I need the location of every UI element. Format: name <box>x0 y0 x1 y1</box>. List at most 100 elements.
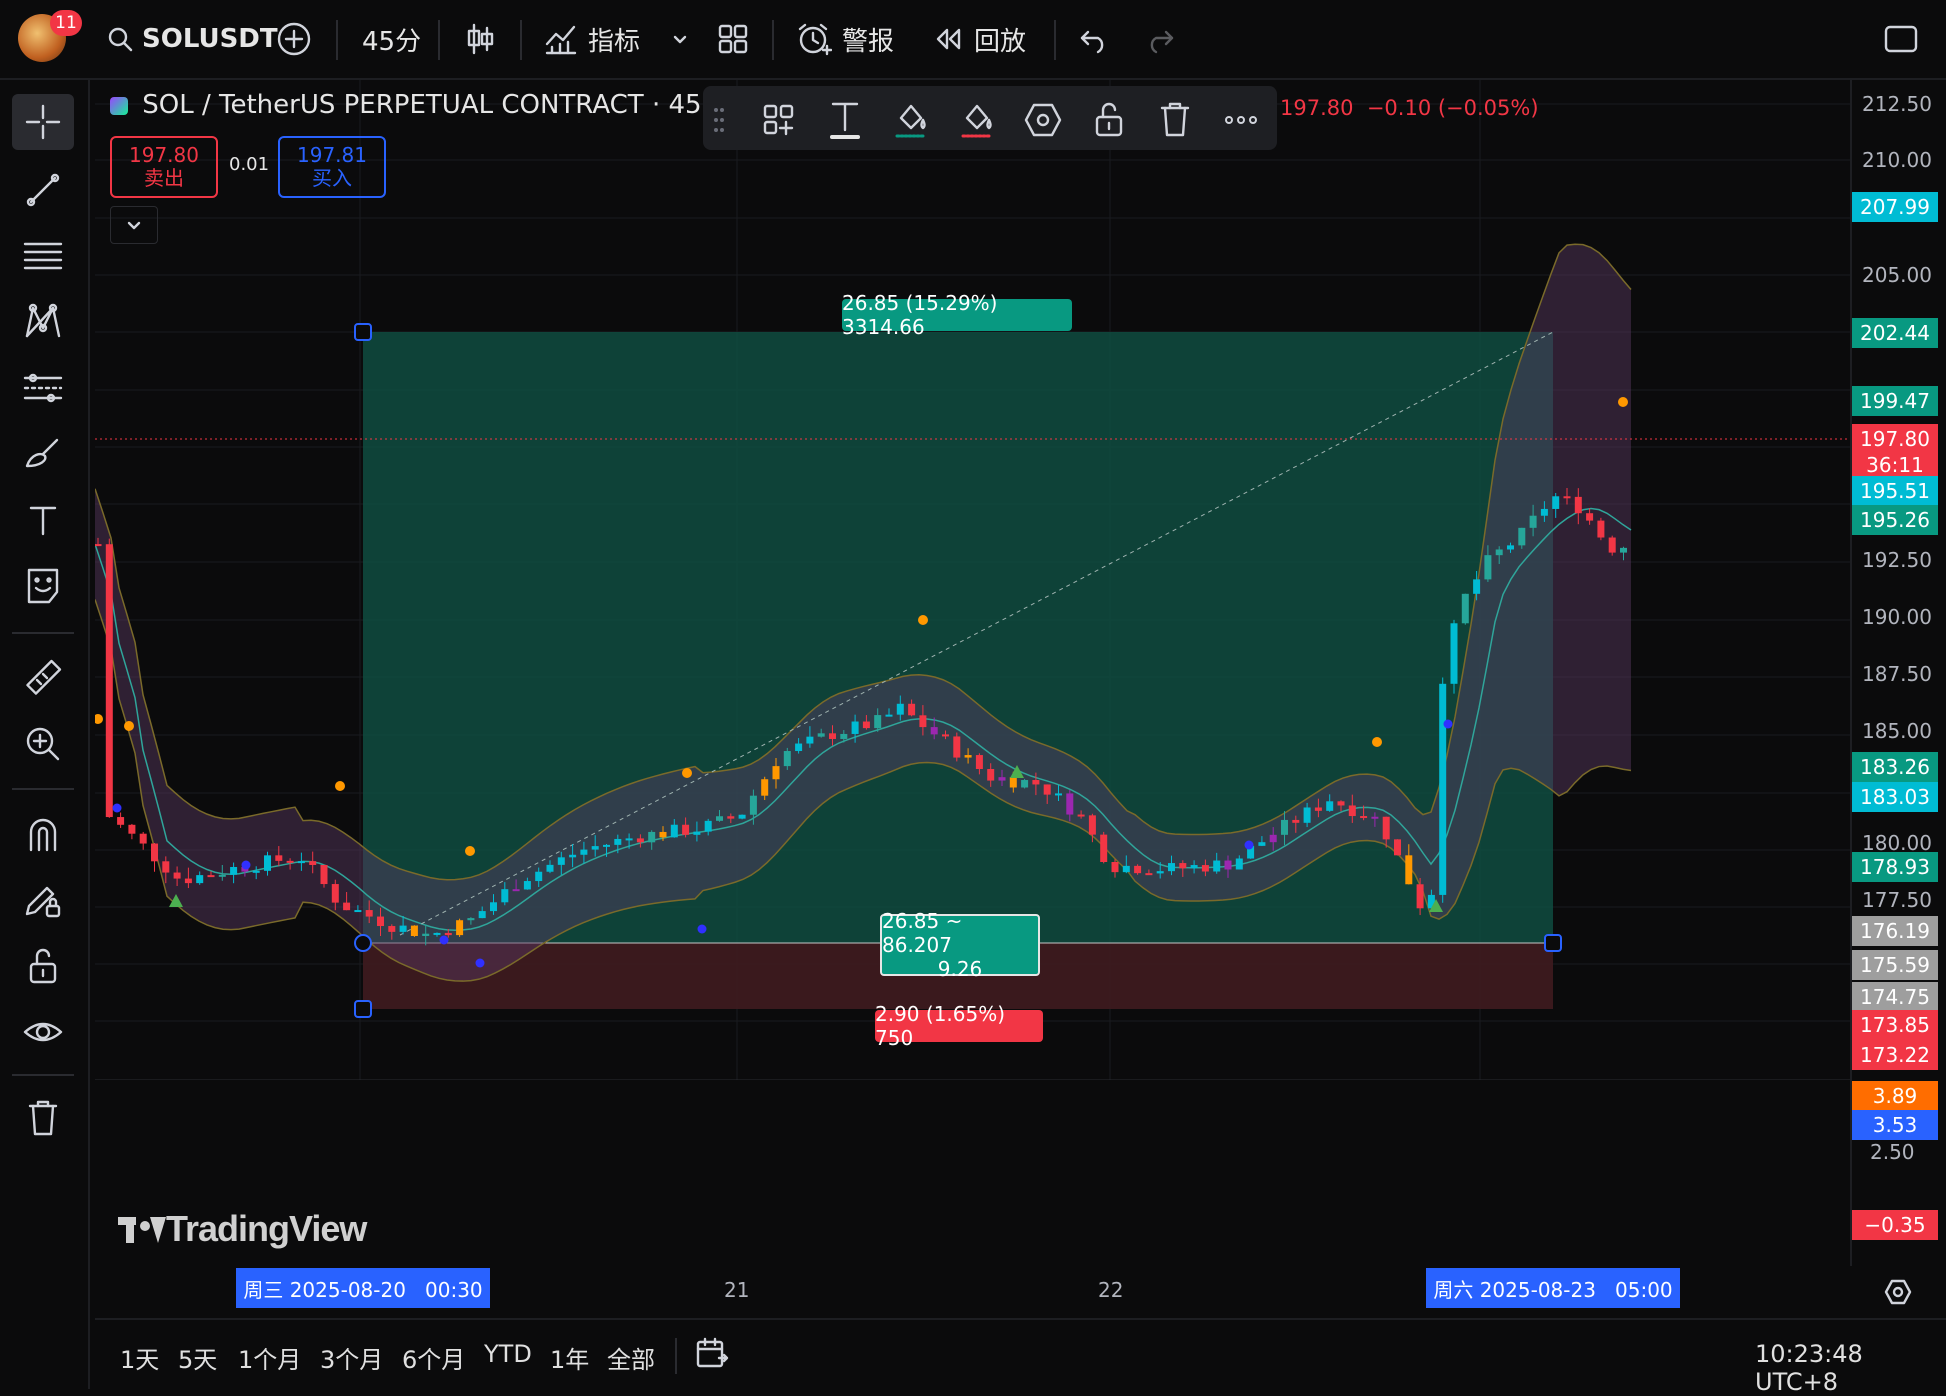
target-label[interactable]: 26.85 (15.29%) 3314.66 <box>842 291 1072 339</box>
lock-drawings-tool[interactable] <box>12 938 74 994</box>
measure-tool[interactable] <box>12 650 74 706</box>
candle <box>1608 537 1616 553</box>
alert-button[interactable]: 警报 <box>796 18 894 60</box>
brush-tool[interactable] <box>12 426 74 482</box>
fib-tool[interactable] <box>12 228 74 284</box>
signal-dot <box>241 860 251 870</box>
candle <box>862 721 870 729</box>
range-1y[interactable]: 1年 <box>550 1340 589 1375</box>
candle <box>840 733 848 739</box>
drag-handle[interactable] <box>707 98 731 142</box>
compare-symbol-button[interactable] <box>276 18 312 60</box>
trend-line-tool[interactable] <box>12 162 74 218</box>
layouts-button[interactable] <box>716 18 750 60</box>
legend-title[interactable]: SOL / TetherUS PERPETUAL CONTRACT · 45 · <box>142 90 718 120</box>
range-1m[interactable]: 1个月 <box>238 1340 301 1375</box>
tradingview-watermark: TradingView <box>118 1208 367 1250</box>
candle <box>1066 793 1074 815</box>
candle <box>1563 496 1571 499</box>
sell-button[interactable]: 197.80 卖出 <box>110 136 218 198</box>
text-tool[interactable] <box>12 492 74 548</box>
symbol-search-button[interactable]: SOLUSDT <box>106 18 278 60</box>
stop-label[interactable]: 2.90 (1.65%) 750 <box>875 1002 1043 1050</box>
candle <box>1529 515 1537 528</box>
drawing-floating-toolbar <box>703 86 1277 150</box>
text-icon <box>830 102 860 139</box>
candle <box>580 849 588 855</box>
hide-drawings-tool[interactable] <box>12 1004 74 1060</box>
stay-drawing-tool[interactable] <box>12 872 74 928</box>
candle <box>1394 839 1401 856</box>
legend-collapse-button[interactable] <box>110 206 158 244</box>
templates-icon <box>763 104 794 136</box>
entry-handle[interactable] <box>354 934 372 952</box>
more-button[interactable] <box>1219 98 1263 142</box>
candle <box>1597 520 1605 538</box>
candle <box>1371 816 1379 819</box>
buy-button[interactable]: 197.81 买入 <box>278 136 386 198</box>
range-5d[interactable]: 5天 <box>178 1340 217 1375</box>
pattern-icon <box>25 303 61 338</box>
zoom-tool[interactable] <box>12 716 74 772</box>
delete-button[interactable] <box>1153 98 1197 142</box>
candle <box>1021 780 1029 788</box>
stop-fill-color-button[interactable] <box>955 98 999 142</box>
range-1d[interactable]: 1天 <box>120 1340 159 1375</box>
signal-dot <box>1443 719 1453 729</box>
template-button[interactable] <box>757 98 801 142</box>
center-label-line1: 26.85 ~ 86.207 <box>882 909 963 957</box>
candle <box>1416 884 1424 909</box>
remove-drawings-tool[interactable] <box>12 1090 74 1146</box>
candle <box>1168 863 1175 872</box>
redo-button[interactable] <box>1144 18 1176 60</box>
candle <box>1055 793 1062 796</box>
replay-button[interactable]: 回放 <box>932 18 1026 60</box>
candle <box>218 874 226 877</box>
symbol-label: SOLUSDT <box>142 24 278 54</box>
candle <box>1326 801 1334 811</box>
candle <box>1281 819 1288 835</box>
stop-handle[interactable] <box>354 1000 372 1018</box>
magnet-tool[interactable] <box>12 806 74 862</box>
range-separator <box>675 1338 677 1374</box>
range-ytd[interactable]: YTD <box>484 1340 532 1368</box>
candle <box>885 714 893 717</box>
range-all[interactable]: 全部 <box>607 1340 655 1375</box>
candle <box>1111 862 1119 873</box>
time-tick-22: 22 <box>1098 1278 1124 1302</box>
projection-tool[interactable] <box>12 360 74 416</box>
text-color-button[interactable] <box>823 98 867 142</box>
target-handle[interactable] <box>354 323 372 341</box>
indicators-button[interactable]: 指标 <box>544 18 640 60</box>
candle <box>953 736 961 758</box>
range-6m[interactable]: 6个月 <box>402 1340 465 1375</box>
axis-settings-button[interactable] <box>1884 1278 1912 1310</box>
undo-button[interactable] <box>1078 18 1110 60</box>
magnet-icon <box>29 818 57 852</box>
crosshair-tool[interactable] <box>12 94 74 150</box>
indicators-dropdown[interactable] <box>670 18 690 60</box>
clock[interactable]: 10:23:48 UTC+8 <box>1755 1340 1946 1396</box>
candle <box>399 925 407 932</box>
search-icon <box>108 27 133 52</box>
goto-date-button[interactable] <box>695 1336 729 1374</box>
emoji-tool[interactable] <box>12 558 74 614</box>
pattern-tool[interactable] <box>12 294 74 350</box>
end-handle[interactable] <box>1544 934 1562 952</box>
lock-button[interactable] <box>1087 98 1131 142</box>
candle <box>851 721 859 734</box>
candle <box>343 902 351 911</box>
fill-color-button[interactable] <box>889 98 933 142</box>
price-badge: 174.75 <box>1852 982 1938 1012</box>
chart-type-button[interactable] <box>464 18 496 60</box>
candle <box>1258 842 1266 846</box>
interval-button[interactable]: 45分 <box>362 18 421 60</box>
range-3m[interactable]: 3个月 <box>320 1340 383 1375</box>
paint-bucket-icon <box>961 104 993 138</box>
candle <box>512 889 520 892</box>
fullscreen-button[interactable] <box>1884 18 1918 60</box>
settings-button[interactable] <box>1021 98 1065 142</box>
position-center-label[interactable]: 26.85 ~ 86.207 9.26 <box>880 909 1040 981</box>
signal-dot <box>1372 737 1382 747</box>
price-tick: 205.00 <box>1862 263 1932 287</box>
